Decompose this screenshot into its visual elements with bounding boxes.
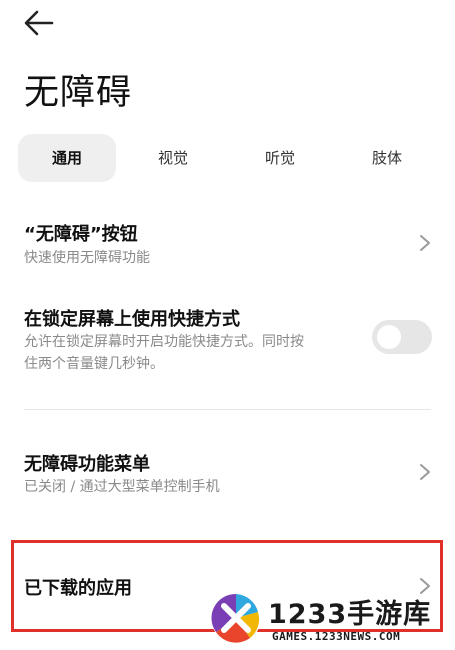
- category-tabs: 通用 视觉 听觉 肢体: [18, 134, 438, 182]
- tab-vision[interactable]: 视觉: [148, 134, 198, 182]
- lock-screen-shortcut-title: 在锁定屏幕上使用快捷方式: [24, 309, 240, 330]
- accessibility-menu-row[interactable]: 无障碍功能菜单 已关闭 / 通过大型菜单控制手机: [0, 440, 455, 506]
- page-title: 无障碍: [24, 73, 133, 113]
- lock-screen-shortcut-subtitle-line1: 允许在锁定屏幕时开启功能快捷方式。同时按: [24, 334, 304, 350]
- back-button[interactable]: [22, 8, 56, 38]
- accessibility-menu-title: 无障碍功能菜单: [24, 454, 150, 475]
- tab-physical[interactable]: 肢体: [362, 134, 412, 182]
- watermark: 1233手游库 GAMES.1233NEWS.COM: [210, 588, 455, 650]
- chevron-right-icon: [420, 464, 430, 480]
- watermark-brand: 1233手游库: [268, 599, 432, 630]
- lock-screen-shortcut-toggle[interactable]: [372, 320, 432, 354]
- accessibility-button-row[interactable]: “无障碍”按钮 快速使用无障碍功能: [0, 210, 455, 276]
- chevron-right-icon: [420, 235, 430, 251]
- watermark-logo-icon: [211, 593, 261, 643]
- toggle-knob: [377, 325, 401, 349]
- accessibility-button-title: “无障碍”按钮: [24, 224, 138, 245]
- section-divider: [24, 409, 431, 410]
- accessibility-menu-subtitle: 已关闭 / 通过大型菜单控制手机: [24, 479, 220, 495]
- watermark-url: GAMES.1233NEWS.COM: [272, 630, 401, 643]
- tab-general[interactable]: 通用: [18, 134, 116, 182]
- accessibility-button-subtitle: 快速使用无障碍功能: [24, 250, 150, 266]
- lock-screen-shortcut-subtitle-line2: 住两个音量键几秒钟。: [24, 356, 164, 372]
- arrow-left-icon: [24, 10, 54, 36]
- tab-hearing[interactable]: 听觉: [255, 134, 305, 182]
